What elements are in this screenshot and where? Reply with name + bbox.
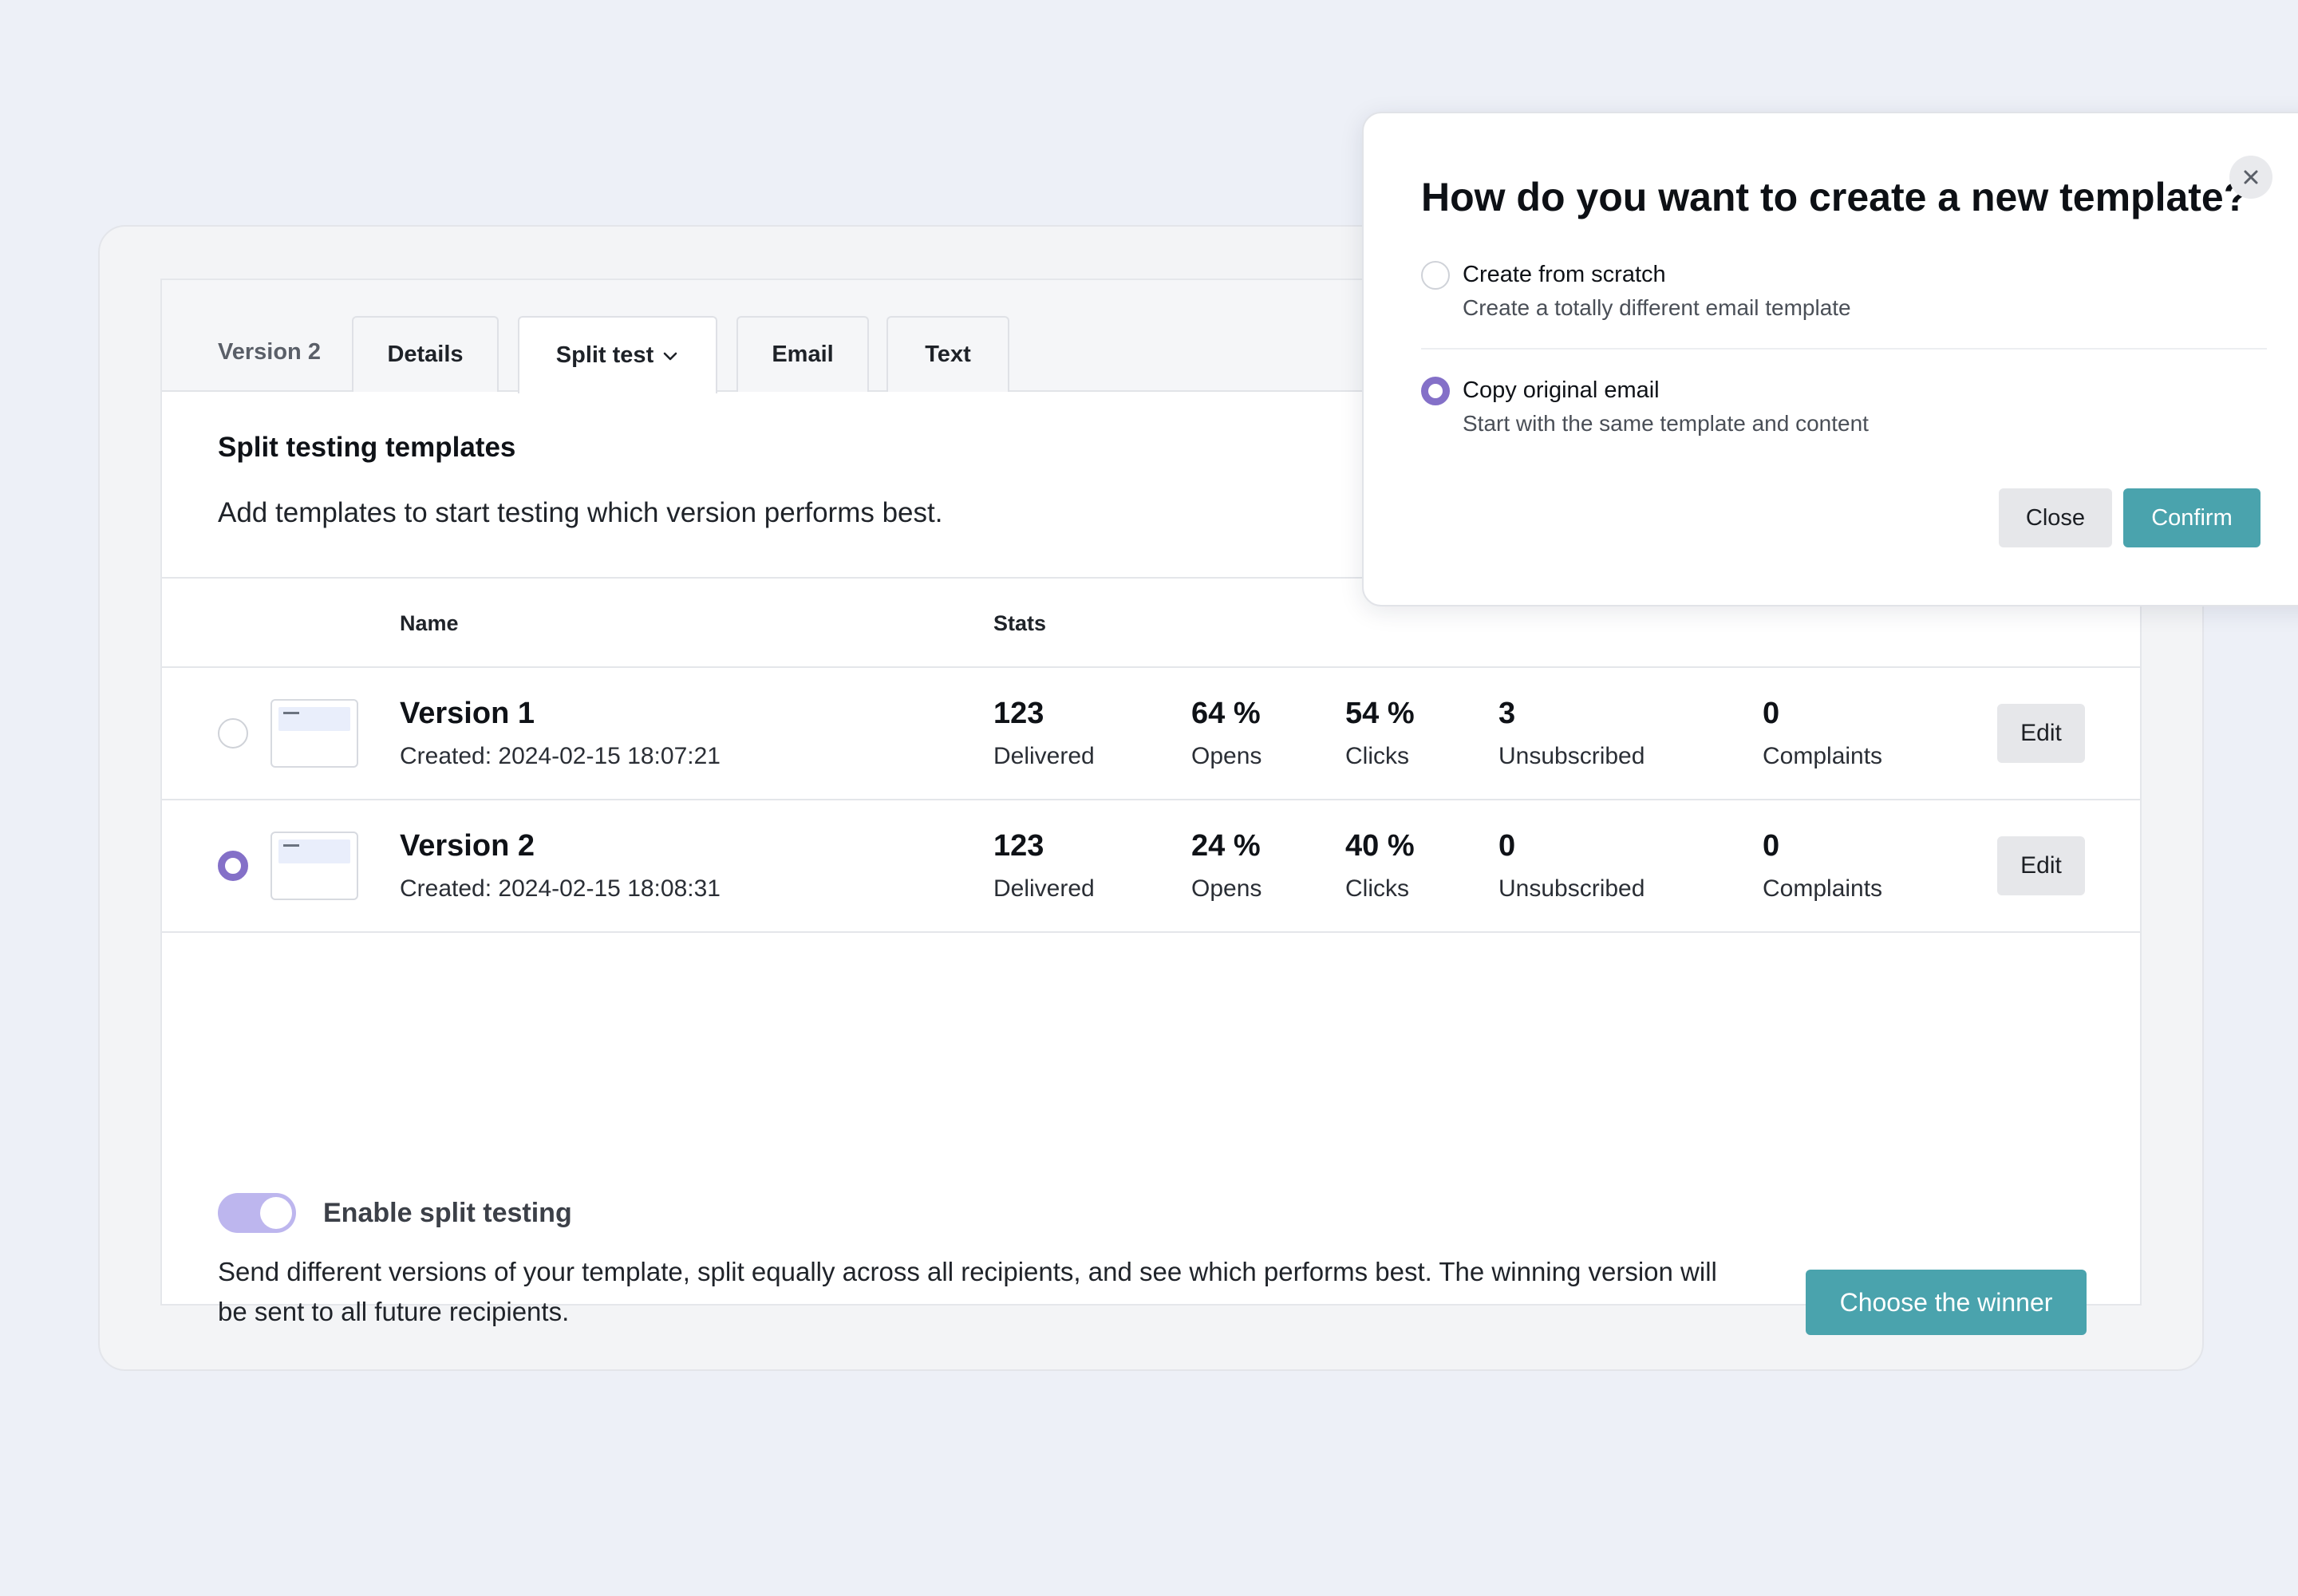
- stat-delivered-label: Delivered: [993, 875, 1095, 902]
- template-thumbnail: [270, 832, 358, 900]
- stat-delivered-value: 123: [993, 697, 1044, 730]
- section-title: Split testing templates: [218, 432, 516, 463]
- thumbnail-header: [278, 707, 350, 731]
- stat-opens-label: Opens: [1191, 743, 1262, 769]
- close-icon: [2244, 170, 2258, 184]
- choose-winner-button[interactable]: Choose the winner: [1806, 1270, 2087, 1335]
- column-header-stats: Stats: [993, 611, 1047, 635]
- divider: [162, 931, 2140, 933]
- tab-details[interactable]: Details: [352, 316, 499, 392]
- split-testing-description: Send different versions of your template…: [218, 1257, 1717, 1326]
- split-testing-label: Enable split testing: [323, 1198, 572, 1228]
- option-radio-scratch[interactable]: [1421, 261, 1450, 290]
- stat-complaints-value: 0: [1763, 697, 1780, 730]
- row-select-radio[interactable]: [218, 851, 248, 881]
- tab-label: Email: [772, 342, 834, 367]
- thumbnail-line: [283, 844, 299, 847]
- version-label: Version 2: [218, 339, 321, 365]
- table-row: Version 1 Created: 2024-02-15 18:07:21 1…: [162, 668, 2140, 799]
- option-radio-copy[interactable]: [1421, 377, 1450, 405]
- stat-opens-value: 24 %: [1191, 829, 1261, 863]
- tab-text[interactable]: Text: [886, 316, 1009, 392]
- stat-clicks-value: 54 %: [1345, 697, 1415, 730]
- thumbnail-line: [283, 712, 299, 714]
- modal-title: How do you want to create a new template…: [1421, 175, 2249, 219]
- confirm-button[interactable]: Confirm: [2123, 488, 2260, 547]
- stat-unsubscribed-value: 0: [1498, 829, 1516, 863]
- stat-clicks-label: Clicks: [1345, 875, 1409, 902]
- stat-delivered-value: 123: [993, 829, 1044, 863]
- stat-unsubscribed-value: 3: [1498, 697, 1516, 730]
- tab-email[interactable]: Email: [736, 316, 869, 392]
- tab-label: Text: [925, 342, 971, 367]
- stat-clicks-value: 40 %: [1345, 829, 1415, 863]
- tab-label: Split test: [555, 342, 654, 368]
- option-subtitle: Start with the same template and content: [1463, 411, 1869, 436]
- stat-complaints-value: 0: [1763, 829, 1780, 863]
- stat-opens-label: Opens: [1191, 875, 1262, 902]
- section-description: Add templates to start testing which ver…: [218, 497, 943, 528]
- stat-clicks-label: Clicks: [1345, 743, 1409, 769]
- toggle-knob: [260, 1197, 292, 1229]
- stat-complaints-label: Complaints: [1763, 875, 1883, 902]
- row-name: Version 1: [400, 697, 535, 730]
- app-root: Version 2 Details Split test Email Text: [0, 0, 2298, 1596]
- thumbnail-header: [278, 839, 350, 863]
- stat-complaints-label: Complaints: [1763, 743, 1883, 769]
- row-name: Version 2: [400, 829, 535, 863]
- stat-opens-value: 64 %: [1191, 697, 1261, 730]
- column-header-name: Name: [400, 611, 459, 635]
- template-thumbnail: [270, 699, 358, 768]
- row-select-radio[interactable]: [218, 718, 248, 749]
- stat-delivered-label: Delivered: [993, 743, 1095, 769]
- stat-unsubscribed-label: Unsubscribed: [1498, 875, 1645, 902]
- new-template-modal: How do you want to create a new template…: [1362, 112, 2298, 606]
- edit-button[interactable]: Edit: [1997, 704, 2085, 763]
- row-created-date: Created: 2024-02-15 18:08:31: [400, 875, 721, 902]
- close-button[interactable]: Close: [1999, 488, 2112, 547]
- edit-button[interactable]: Edit: [1997, 836, 2085, 895]
- modal-divider: [1421, 348, 2267, 350]
- table-row: Version 2 Created: 2024-02-15 18:08:31 1…: [162, 800, 2140, 931]
- chevron-down-icon: [663, 352, 677, 360]
- option-subtitle: Create a totally different email templat…: [1463, 295, 1851, 320]
- option-title: Create from scratch: [1463, 262, 1666, 287]
- split-testing-toggle[interactable]: [218, 1193, 296, 1233]
- row-created-date: Created: 2024-02-15 18:07:21: [400, 743, 721, 769]
- modal-close-button[interactable]: [2229, 156, 2272, 199]
- tab-label: Details: [387, 342, 464, 367]
- tab-split-test[interactable]: Split test: [518, 316, 717, 393]
- option-title: Copy original email: [1463, 377, 1660, 403]
- stat-unsubscribed-label: Unsubscribed: [1498, 743, 1645, 769]
